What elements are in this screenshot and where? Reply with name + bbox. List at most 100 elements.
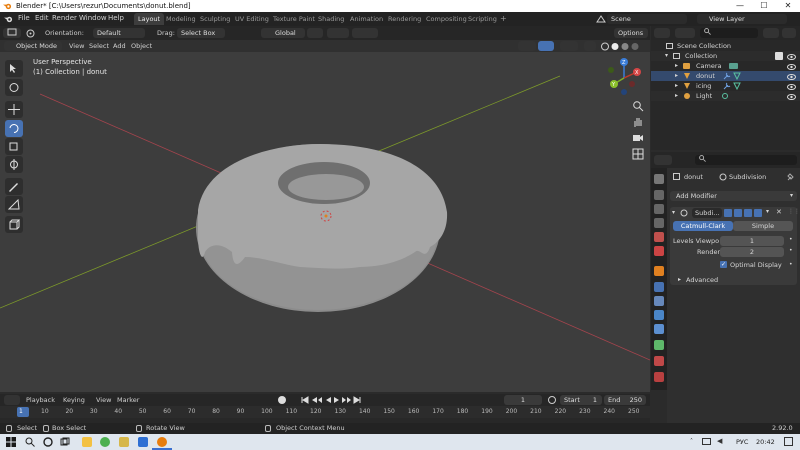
language-indicator[interactable]: РУС: [736, 438, 748, 446]
rotate-tool[interactable]: [5, 120, 23, 137]
transform-tool[interactable]: [5, 156, 23, 173]
drag-dropdown[interactable]: Select Box: [177, 28, 225, 38]
simple-option[interactable]: Simple: [733, 221, 793, 231]
scale-tool[interactable]: [5, 138, 23, 155]
checkbox-icon[interactable]: [775, 52, 783, 60]
3d-viewport[interactable]: User Perspective (1) Collection | donut …: [0, 52, 650, 392]
menu-timeline-view[interactable]: View: [96, 396, 111, 404]
scene-selector[interactable]: Scene: [607, 14, 687, 24]
modifier-name-field[interactable]: Subdi...: [692, 208, 722, 218]
menu-view[interactable]: View: [69, 42, 84, 50]
cortana-icon[interactable]: [43, 437, 53, 449]
render-tab[interactable]: [654, 190, 664, 200]
tab-uv-editing[interactable]: UV Editing: [231, 13, 273, 25]
object-tab[interactable]: [654, 266, 664, 276]
menu-marker[interactable]: Marker: [117, 396, 139, 404]
menu-help[interactable]: Help: [108, 14, 124, 22]
proportional-edit-button[interactable]: [352, 28, 378, 38]
tab-rendering[interactable]: Rendering: [384, 13, 425, 25]
add-cube-tool[interactable]: [5, 216, 23, 233]
view-layer-selector[interactable]: View Layer: [697, 14, 787, 24]
file-explorer-icon[interactable]: [82, 437, 92, 447]
menu-select[interactable]: Select: [89, 42, 109, 50]
constraints-tab[interactable]: [654, 324, 664, 334]
shading-mode-buttons[interactable]: [600, 42, 644, 51]
scene-tab[interactable]: [654, 232, 664, 242]
outliner-row-light[interactable]: ▸ Light: [651, 91, 800, 101]
animate-dot-icon[interactable]: •: [789, 236, 793, 243]
physics-tab[interactable]: [654, 310, 664, 320]
pivot-point-button[interactable]: [307, 28, 323, 38]
menu-file[interactable]: File: [18, 14, 30, 22]
new-collection-button[interactable]: [782, 28, 796, 38]
move-tool[interactable]: [5, 101, 23, 118]
volume-icon[interactable]: ◀: [717, 437, 722, 445]
photos-icon[interactable]: [138, 437, 148, 447]
viewport-toggle[interactable]: [744, 209, 752, 217]
camera-view-button[interactable]: [632, 132, 647, 147]
add-workspace-button[interactable]: +: [496, 13, 511, 25]
maximize-button[interactable]: ☐: [752, 0, 776, 12]
catmull-clark-option[interactable]: Catmull-Clark: [673, 221, 733, 231]
close-window-button[interactable]: ✕: [776, 0, 800, 12]
pin-icon[interactable]: [787, 173, 794, 183]
chrome-icon[interactable]: [100, 437, 110, 447]
eye-icon[interactable]: [787, 93, 796, 103]
levels-viewport-field[interactable]: 1: [720, 236, 784, 246]
tray-chevron-icon[interactable]: ˄: [690, 438, 693, 445]
xray-button[interactable]: [584, 41, 596, 51]
animate-dot-icon[interactable]: •: [789, 247, 793, 254]
search-icon[interactable]: [25, 437, 35, 449]
outliner-search-input[interactable]: [700, 28, 758, 38]
zoom-view-button[interactable]: [632, 100, 647, 115]
timeline-ruler[interactable]: 1 10 20 30 40 50 60 70 80 90 100 110 120 130 140 150 160…: [0, 406, 650, 418]
menu-render[interactable]: Render: [52, 14, 77, 22]
output-tab[interactable]: [654, 204, 664, 214]
menu-keying[interactable]: Keying: [63, 396, 85, 404]
annotate-tool[interactable]: [5, 178, 23, 195]
editor-type-button[interactable]: [3, 28, 21, 38]
overlays-button[interactable]: [560, 41, 578, 51]
outliner-row-scene-collection[interactable]: Scene Collection: [651, 41, 800, 51]
edit-mode-toggle[interactable]: [724, 209, 732, 217]
record-button[interactable]: [278, 396, 286, 404]
navigation-gizmo[interactable]: Z X Y: [602, 56, 646, 100]
snap-button[interactable]: [327, 28, 349, 38]
close-icon[interactable]: ✕: [776, 208, 782, 216]
minimize-button[interactable]: —: [728, 0, 752, 12]
current-frame-field[interactable]: 1: [504, 395, 542, 405]
tab-modeling[interactable]: Modeling: [162, 13, 200, 25]
tab-layout[interactable]: Layout: [134, 13, 165, 25]
folder-icon[interactable]: [119, 437, 129, 447]
cage-toggle[interactable]: [734, 209, 742, 217]
blender-menu-icon[interactable]: [4, 15, 13, 23]
filter-button[interactable]: [763, 28, 779, 38]
properties-search-input[interactable]: [695, 155, 797, 165]
menu-object[interactable]: Object: [131, 42, 152, 50]
notifications-icon[interactable]: [784, 437, 793, 446]
windows-start-icon[interactable]: [6, 437, 16, 449]
options-dropdown[interactable]: Options: [614, 28, 648, 38]
menu-window[interactable]: Window: [79, 14, 107, 22]
world-tab[interactable]: [654, 246, 664, 256]
data-tab[interactable]: [654, 340, 664, 350]
mode-dropdown[interactable]: Object Mode: [4, 41, 62, 51]
end-frame-field[interactable]: End 250: [604, 395, 646, 405]
timeline-editor-type[interactable]: [4, 395, 20, 405]
tab-animation[interactable]: Animation: [346, 13, 387, 25]
gizmo-button[interactable]: [538, 41, 554, 51]
measure-tool[interactable]: [5, 196, 23, 213]
tab-shading[interactable]: Shading: [314, 13, 348, 25]
outliner-row-donut[interactable]: ▸ donut: [651, 71, 800, 81]
properties-editor-type[interactable]: [654, 155, 672, 165]
pan-view-button[interactable]: [632, 116, 647, 131]
select-box-tool[interactable]: [5, 60, 23, 77]
transform-orientation-dropdown[interactable]: Global: [261, 28, 305, 38]
menu-edit[interactable]: Edit: [35, 14, 49, 22]
render-levels-field[interactable]: 2: [720, 247, 784, 257]
menu-playback[interactable]: Playback: [26, 396, 55, 404]
start-frame-field[interactable]: Start 1: [560, 395, 602, 405]
advanced-section-label[interactable]: Advanced: [686, 276, 718, 284]
outliner-row-camera[interactable]: ▸ Camera: [651, 61, 800, 71]
cursor-tool[interactable]: [5, 79, 23, 96]
